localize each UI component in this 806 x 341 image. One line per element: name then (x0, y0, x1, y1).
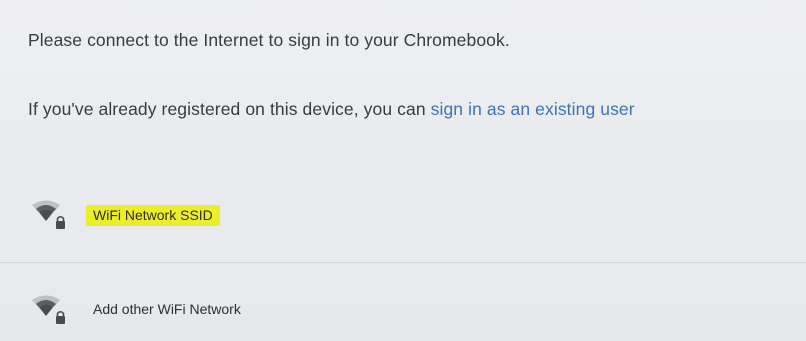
sign-in-existing-user-link[interactable]: sign in as an existing user (431, 99, 635, 119)
network-item-wifi-ssid[interactable]: WiFi Network SSID (0, 185, 806, 245)
registered-user-message: If you've already registered on this dev… (28, 99, 635, 120)
divider (0, 262, 806, 263)
registered-prefix-text: If you've already registered on this dev… (28, 99, 431, 119)
wifi-locked-icon (32, 200, 65, 229)
connect-prompt: Please connect to the Internet to sign i… (28, 30, 510, 50)
network-name-label: Add other WiFi Network (93, 301, 241, 317)
network-item-add-other[interactable]: Add other WiFi Network (0, 280, 806, 340)
chromebook-network-screen: Please connect to the Internet to sign i… (0, 0, 806, 341)
wifi-locked-icon (32, 295, 65, 324)
network-name-label: WiFi Network SSID (86, 205, 220, 226)
